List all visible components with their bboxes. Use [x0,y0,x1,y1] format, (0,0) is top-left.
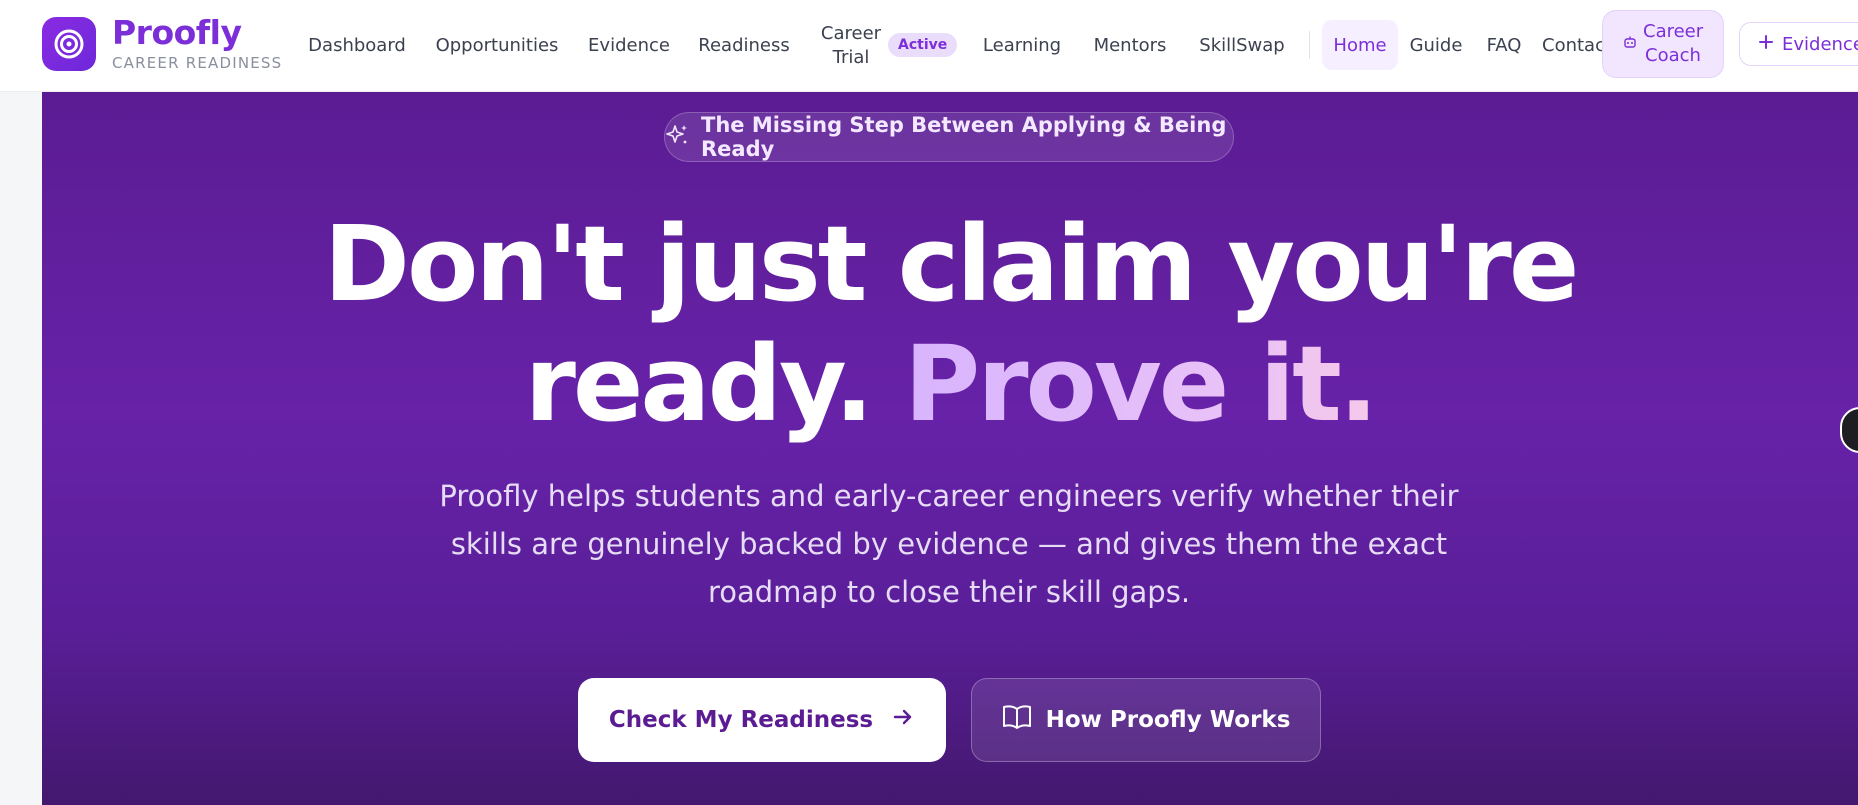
career-coach-button[interactable]: Career Coach [1602,10,1724,78]
add-evidence-label: Evidence [1782,33,1858,55]
check-readiness-button[interactable]: Check My Readiness [578,678,946,762]
nav-link-readiness[interactable]: Readiness [696,0,792,91]
target-icon [42,17,96,71]
arrow-right-icon [891,705,915,735]
brand-name: Proofly [112,13,242,52]
brand-subtitle: CAREER READINESS [112,54,283,72]
nav-link-opportunities[interactable]: Opportunities [432,0,562,91]
hero-section: The Missing Step Between Applying & Bein… [42,92,1858,805]
nav-divider [1309,31,1310,59]
nav-link-guide[interactable]: Guide [1406,0,1466,91]
headline-line-2: ready. Prove it. [42,324,1858,444]
nav-link-skillswap[interactable]: SkillSwap [1196,0,1288,91]
headline-line-1: Don't just claim you're [323,203,1580,325]
nav-link-evidence[interactable]: Evidence [584,0,674,91]
headline-accent: Prove it. [904,323,1378,445]
sparkles-icon [665,123,689,152]
hero-tag-pill: The Missing Step Between Applying & Bein… [664,112,1234,162]
nav-link-faq[interactable]: FAQ [1478,0,1530,91]
nav-link-career-trial[interactable]: Career Trial [818,0,884,91]
nav-link-contact[interactable]: Contac [1542,0,1602,91]
add-evidence-button[interactable]: Evidence [1739,22,1858,66]
how-proofly-works-button[interactable]: How Proofly Works [971,678,1321,762]
hero-headline: Don't just claim you're ready. Prove it. [42,204,1858,444]
how-proofly-works-label: How Proofly Works [1045,707,1291,733]
hero-tag-text: The Missing Step Between Applying & Bein… [701,113,1227,161]
check-readiness-label: Check My Readiness [608,707,874,733]
plus-icon [1758,34,1774,55]
book-open-icon [1002,704,1032,736]
nav-link-mentors[interactable]: Mentors [1088,0,1172,91]
top-navbar: Proofly CAREER READINESS Dashboard Oppor… [0,0,1858,92]
robot-icon [1623,32,1637,56]
hero-description: Proofly helps students and early-career … [439,479,1459,609]
career-trial-active-badge: Active [888,33,958,57]
headline-plain: ready. [524,323,905,445]
career-coach-label: Career Coach [1643,21,1704,66]
nav-link-dashboard[interactable]: Dashboard [302,0,412,91]
nav-link-learning[interactable]: Learning [976,0,1068,91]
nav-link-home[interactable]: Home [1322,20,1398,70]
brand[interactable]: Proofly CAREER READINESS [42,16,282,72]
